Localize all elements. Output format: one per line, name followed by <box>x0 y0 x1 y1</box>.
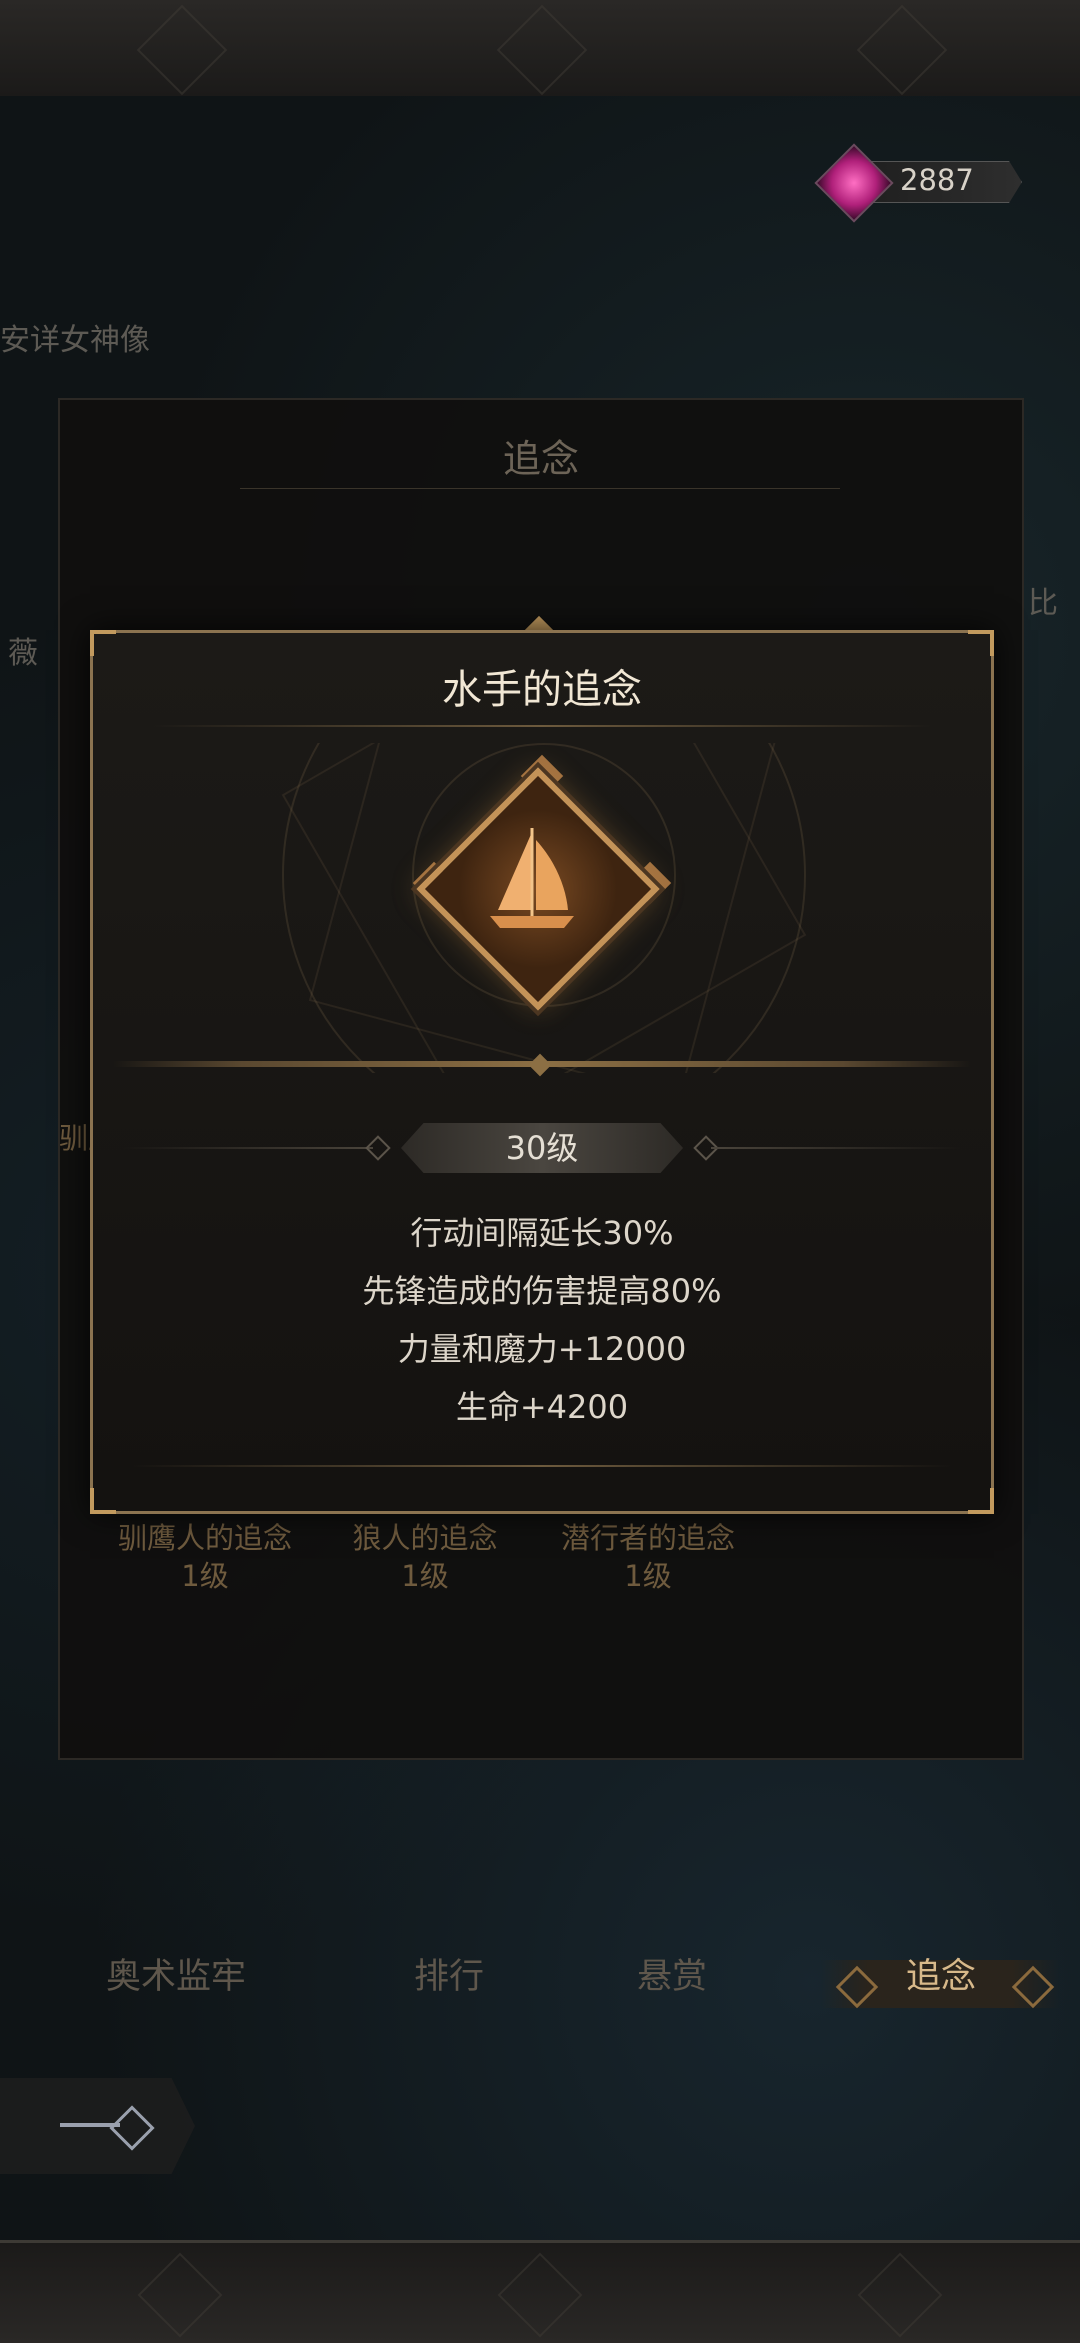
detail-modal: 水手的追念 30级 行动间隔延长30% 先锋造成的伤害提高80% 力量和魔力+1… <box>90 630 994 1514</box>
background-label-left: 安详女神像 <box>0 323 150 358</box>
item-name-werewolf[interactable]: 狼人的追念 <box>315 1520 535 1556</box>
level-badge: 30级 <box>505 1129 579 1167</box>
tab-ranking[interactable]: 排行 <box>414 1948 484 1999</box>
item-level-stalker: 1级 <box>624 1559 672 1593</box>
sailboat-icon <box>490 828 574 928</box>
back-button[interactable] <box>0 2078 195 2174</box>
stat-line: 行动间隔延长30% <box>410 1214 674 1252</box>
item-name-falconer[interactable]: 驯鹰人的追念 <box>95 1520 315 1556</box>
background-label-right-side: 比 <box>1028 586 1058 621</box>
stat-line: 力量和魔力+12000 <box>397 1330 687 1368</box>
background-label-left-side: 薇 <box>8 636 38 671</box>
emblem-artwork <box>93 743 991 1073</box>
tab-arcane-prison[interactable]: 奥术监牢 <box>106 1948 246 1999</box>
pink-gem-icon <box>814 143 894 223</box>
modal-title: 水手的追念 <box>442 667 642 713</box>
tab-remembrance[interactable]: 追念 <box>906 1948 976 1999</box>
tab-bounty[interactable]: 悬赏 <box>637 1948 707 1999</box>
stat-line: 生命+4200 <box>455 1388 629 1426</box>
item-level-falconer: 1级 <box>181 1559 229 1593</box>
bottom-tabs: 奥术监牢 排行 悬赏 追念 <box>0 1948 1080 2020</box>
top-frame <box>0 0 1080 99</box>
item-name-stalker[interactable]: 潜行者的追念 <box>538 1520 758 1556</box>
stat-line: 先锋造成的伤害提高80% <box>362 1272 722 1310</box>
currency-value: 2887 <box>900 163 974 197</box>
panel-title: 追念 <box>502 437 579 481</box>
bottom-frame <box>0 2240 1080 2343</box>
currency-display[interactable]: 2887 <box>814 143 1030 223</box>
item-level-werewolf: 1级 <box>401 1559 449 1593</box>
